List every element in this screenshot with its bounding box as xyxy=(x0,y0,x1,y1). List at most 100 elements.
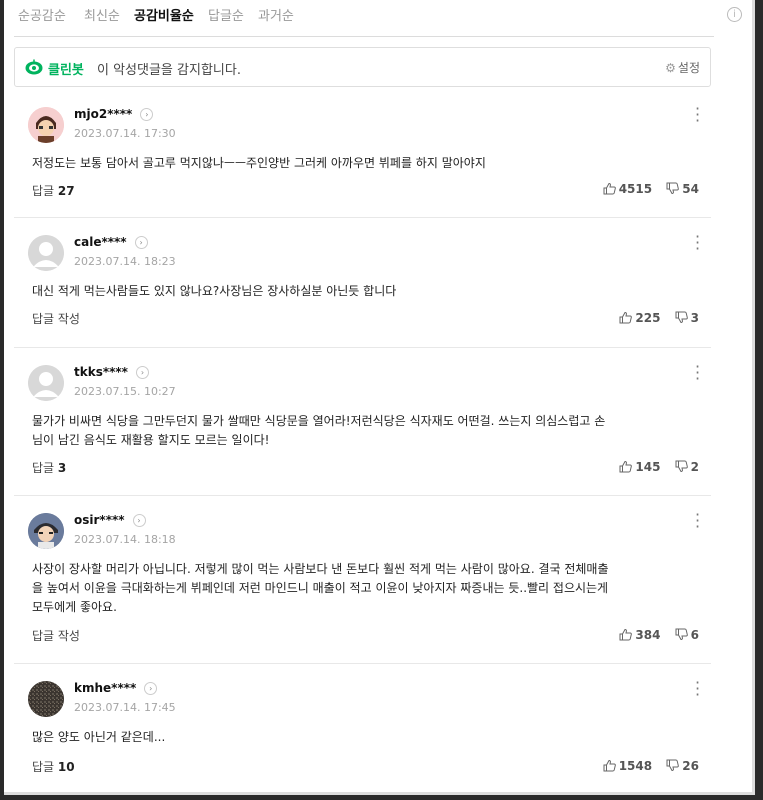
comment-line: 많은 양도 아닌거 같은데... xyxy=(32,730,166,744)
more-options-icon[interactable]: · · · xyxy=(695,229,700,257)
sort-option-ratio[interactable]: 공감비율순 xyxy=(134,5,194,24)
thumbs-up-icon xyxy=(619,628,633,641)
reply-button[interactable]: 답글 작성 xyxy=(32,627,80,644)
thumbs-up-icon xyxy=(619,311,633,324)
avatar[interactable] xyxy=(28,681,64,717)
like-count: 225 xyxy=(635,311,661,325)
comment-item: mjo2**** › 2023.07.14. 17:30 · · · 저정도는 보통 … xyxy=(14,90,711,218)
like-count: 1548 xyxy=(618,759,653,773)
username-text: tkks**** xyxy=(74,365,128,379)
settings-label: 설정 xyxy=(677,61,700,75)
comment-date: 2023.07.14. 17:45 xyxy=(74,701,176,714)
thumbs-down-icon xyxy=(675,311,688,324)
chevron-right-icon[interactable]: › xyxy=(134,236,148,249)
comment-text: 물가가 비싸면 식당을 그만두던지 물가 쌀때만 식당문을 열어라!저런식당은 … xyxy=(32,412,691,450)
comment-text: 사장이 장사할 머리가 아닙니다. 저렇게 많이 먹는 사람보다 낸 돈보다 훨… xyxy=(32,560,691,617)
username-text: mjo2**** xyxy=(74,107,133,121)
more-options-icon[interactable]: · · · xyxy=(695,507,700,535)
comment-line: 물가가 비싸면 식당을 그만두던지 물가 쌀때만 식당문을 열어라!저런식당은 … xyxy=(32,414,606,428)
dislike-count: 54 xyxy=(682,182,699,196)
vote-group: 384 6 xyxy=(609,628,699,642)
chevron-right-icon[interactable]: › xyxy=(132,514,146,527)
comment-line: 대신 적게 먹는사람들도 있지 않나요?사장님은 장사하실분 아닌듯 합니다 xyxy=(32,284,397,298)
cleanbot-settings-button[interactable]: ⚙ 설정 xyxy=(665,59,700,76)
avatar-image xyxy=(28,513,64,549)
dislike-button[interactable]: 26 xyxy=(666,759,699,773)
comment-item: kmhe**** › 2023.07.14. 17:45 · · · 많은 양도 아닌… xyxy=(14,664,711,792)
username-text: kmhe**** xyxy=(74,681,137,695)
dislike-count: 2 xyxy=(690,460,699,474)
like-button[interactable]: 384 xyxy=(619,628,660,642)
comment-item: cale**** › 2023.07.14. 18:23 · · · 대신 적게 먹는… xyxy=(14,218,711,348)
dislike-button[interactable]: 2 xyxy=(675,460,699,474)
cleanbot-name: 클린봇 xyxy=(48,63,84,78)
dislike-button[interactable]: 6 xyxy=(675,628,699,642)
reply-button[interactable]: 답글 3 xyxy=(32,459,66,476)
thumbs-up-icon xyxy=(603,182,616,195)
username[interactable]: mjo2**** › xyxy=(74,107,154,121)
cleanbot-banner: 클린봇 이 악성댓글을 감지합니다. ⚙ 설정 xyxy=(14,47,711,87)
like-button[interactable]: 1548 xyxy=(603,759,652,773)
sort-option-oldest[interactable]: 과거순 xyxy=(258,5,294,24)
chevron-right-icon[interactable]: › xyxy=(140,108,154,121)
username[interactable]: cale**** › xyxy=(74,235,148,249)
sort-option-replies[interactable]: 답글순 xyxy=(208,5,244,24)
like-button[interactable]: 145 xyxy=(619,460,660,474)
more-options-icon[interactable]: · · · xyxy=(695,359,700,387)
comment-date: 2023.07.14. 17:30 xyxy=(74,127,176,140)
chevron-right-icon[interactable]: › xyxy=(135,366,149,379)
comment-date: 2023.07.14. 18:18 xyxy=(74,533,176,546)
like-count: 4515 xyxy=(618,182,653,196)
dislike-button[interactable]: 3 xyxy=(675,311,699,325)
sort-option-sympathy[interactable]: 순공감순 xyxy=(18,5,66,24)
comment-item: osir**** › 2023.07.14. 18:18 · · · 사장이 장사할 … xyxy=(14,496,711,664)
reply-label: 답글 xyxy=(32,461,55,475)
username[interactable]: kmhe**** › xyxy=(74,681,158,695)
thumbs-down-icon xyxy=(675,460,688,473)
vote-group: 4515 54 xyxy=(593,182,699,196)
username[interactable]: osir**** › xyxy=(74,513,146,527)
username-text: cale**** xyxy=(74,235,127,249)
reply-label: 답글 작성 xyxy=(32,312,80,326)
default-avatar-icon xyxy=(28,235,64,271)
comment-line: 님이 남긴 음식도 재활용 할지도 모르는 일이다! xyxy=(32,433,270,447)
username[interactable]: tkks**** › xyxy=(74,365,149,379)
like-button[interactable]: 4515 xyxy=(603,182,652,196)
thumbs-down-icon xyxy=(666,182,680,195)
avatar[interactable] xyxy=(28,513,64,549)
sort-option-latest[interactable]: 최신순 xyxy=(84,5,120,24)
reply-button[interactable]: 답글 10 xyxy=(32,758,75,775)
info-icon[interactable]: i xyxy=(727,7,742,22)
comment-text: 저정도는 보통 담아서 골고루 먹지않나ㅡㅡ주인양반 그러케 아까우면 뷔페를 … xyxy=(32,154,691,173)
avatar[interactable] xyxy=(28,235,64,271)
like-count: 384 xyxy=(635,628,661,642)
vote-group: 145 2 xyxy=(609,460,699,474)
cleanbot-text: 이 악성댓글을 감지합니다. xyxy=(97,63,241,78)
comment-line: 저정도는 보통 담아서 골고루 먹지않나ㅡㅡ주인양반 그러케 아까우면 뷔페를 … xyxy=(32,156,486,170)
reply-label: 답글 xyxy=(32,760,55,774)
reply-button[interactable]: 답글 작성 xyxy=(32,310,80,327)
gear-icon: ⚙ xyxy=(665,61,676,75)
more-options-icon[interactable]: · · · xyxy=(695,675,700,703)
cleanbot-icon xyxy=(25,59,43,75)
comment-line: 사장이 장사할 머리가 아닙니다. 저렇게 많이 먹는 사람보다 낸 돈보다 훨… xyxy=(32,562,609,576)
like-button[interactable]: 225 xyxy=(619,311,660,325)
more-options-icon[interactable]: · · · xyxy=(695,101,700,129)
thumbs-down-icon xyxy=(666,759,680,772)
avatar-image xyxy=(28,681,64,717)
comment-line: 모두에게 좋아요. xyxy=(32,600,117,614)
avatar[interactable] xyxy=(28,107,64,143)
dislike-count: 3 xyxy=(690,311,699,325)
comment-item: tkks**** › 2023.07.15. 10:27 · · · 물가가 비싸면 … xyxy=(14,348,711,496)
reply-count: 3 xyxy=(57,461,67,475)
reply-label: 답글 작성 xyxy=(32,629,80,643)
reply-button[interactable]: 답글 27 xyxy=(32,182,75,199)
dislike-count: 26 xyxy=(682,759,699,773)
chevron-right-icon[interactable]: › xyxy=(144,682,158,695)
comment-text: 대신 적게 먹는사람들도 있지 않나요?사장님은 장사하실분 아닌듯 합니다 xyxy=(32,282,691,301)
avatar[interactable] xyxy=(28,365,64,401)
dislike-count: 6 xyxy=(690,628,699,642)
dislike-button[interactable]: 54 xyxy=(666,182,699,196)
sort-bar: 순공감순 최신순 공감비율순 답글순 과거순 i xyxy=(14,0,742,37)
comment-panel: 순공감순 최신순 공감비율순 답글순 과거순 i 클린봇 이 악성댓글을 감지합… xyxy=(4,0,755,795)
